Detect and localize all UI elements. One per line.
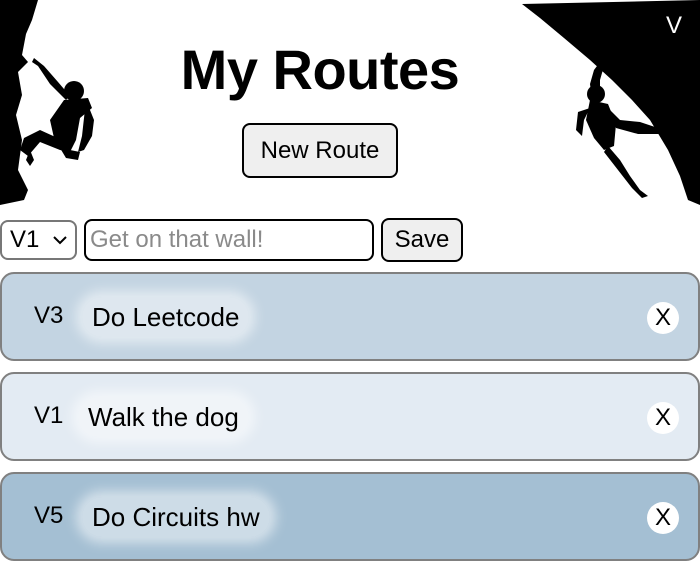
corner-label: V bbox=[666, 12, 683, 39]
route-grade: V1 bbox=[34, 402, 64, 429]
route-name: Do Circuits hw bbox=[82, 497, 270, 537]
new-route-button[interactable]: New Route bbox=[242, 123, 398, 178]
route-name: Do Leetcode bbox=[82, 297, 250, 337]
route-grade: V5 bbox=[34, 502, 64, 529]
delete-route-button[interactable]: X bbox=[647, 302, 679, 334]
header: V My Routes New Route bbox=[0, 0, 700, 205]
route-card: V3 Do Leetcode X bbox=[0, 272, 700, 361]
page-title: My Routes bbox=[180, 38, 460, 101]
grade-select-value: V1 bbox=[10, 226, 40, 253]
route-grade: V3 bbox=[34, 302, 64, 329]
delete-route-button[interactable]: X bbox=[647, 502, 679, 534]
save-button[interactable]: Save bbox=[381, 218, 463, 262]
route-card: V5 Do Circuits hw X bbox=[0, 472, 700, 561]
route-card: V1 Walk the dog X bbox=[0, 372, 700, 461]
grade-select[interactable]: V1 bbox=[0, 220, 77, 260]
climber-left-illustration bbox=[0, 0, 94, 205]
chevron-down-icon bbox=[53, 236, 67, 245]
route-name-input[interactable] bbox=[84, 219, 374, 261]
route-name: Walk the dog bbox=[78, 397, 249, 437]
delete-route-button[interactable]: X bbox=[647, 402, 679, 434]
